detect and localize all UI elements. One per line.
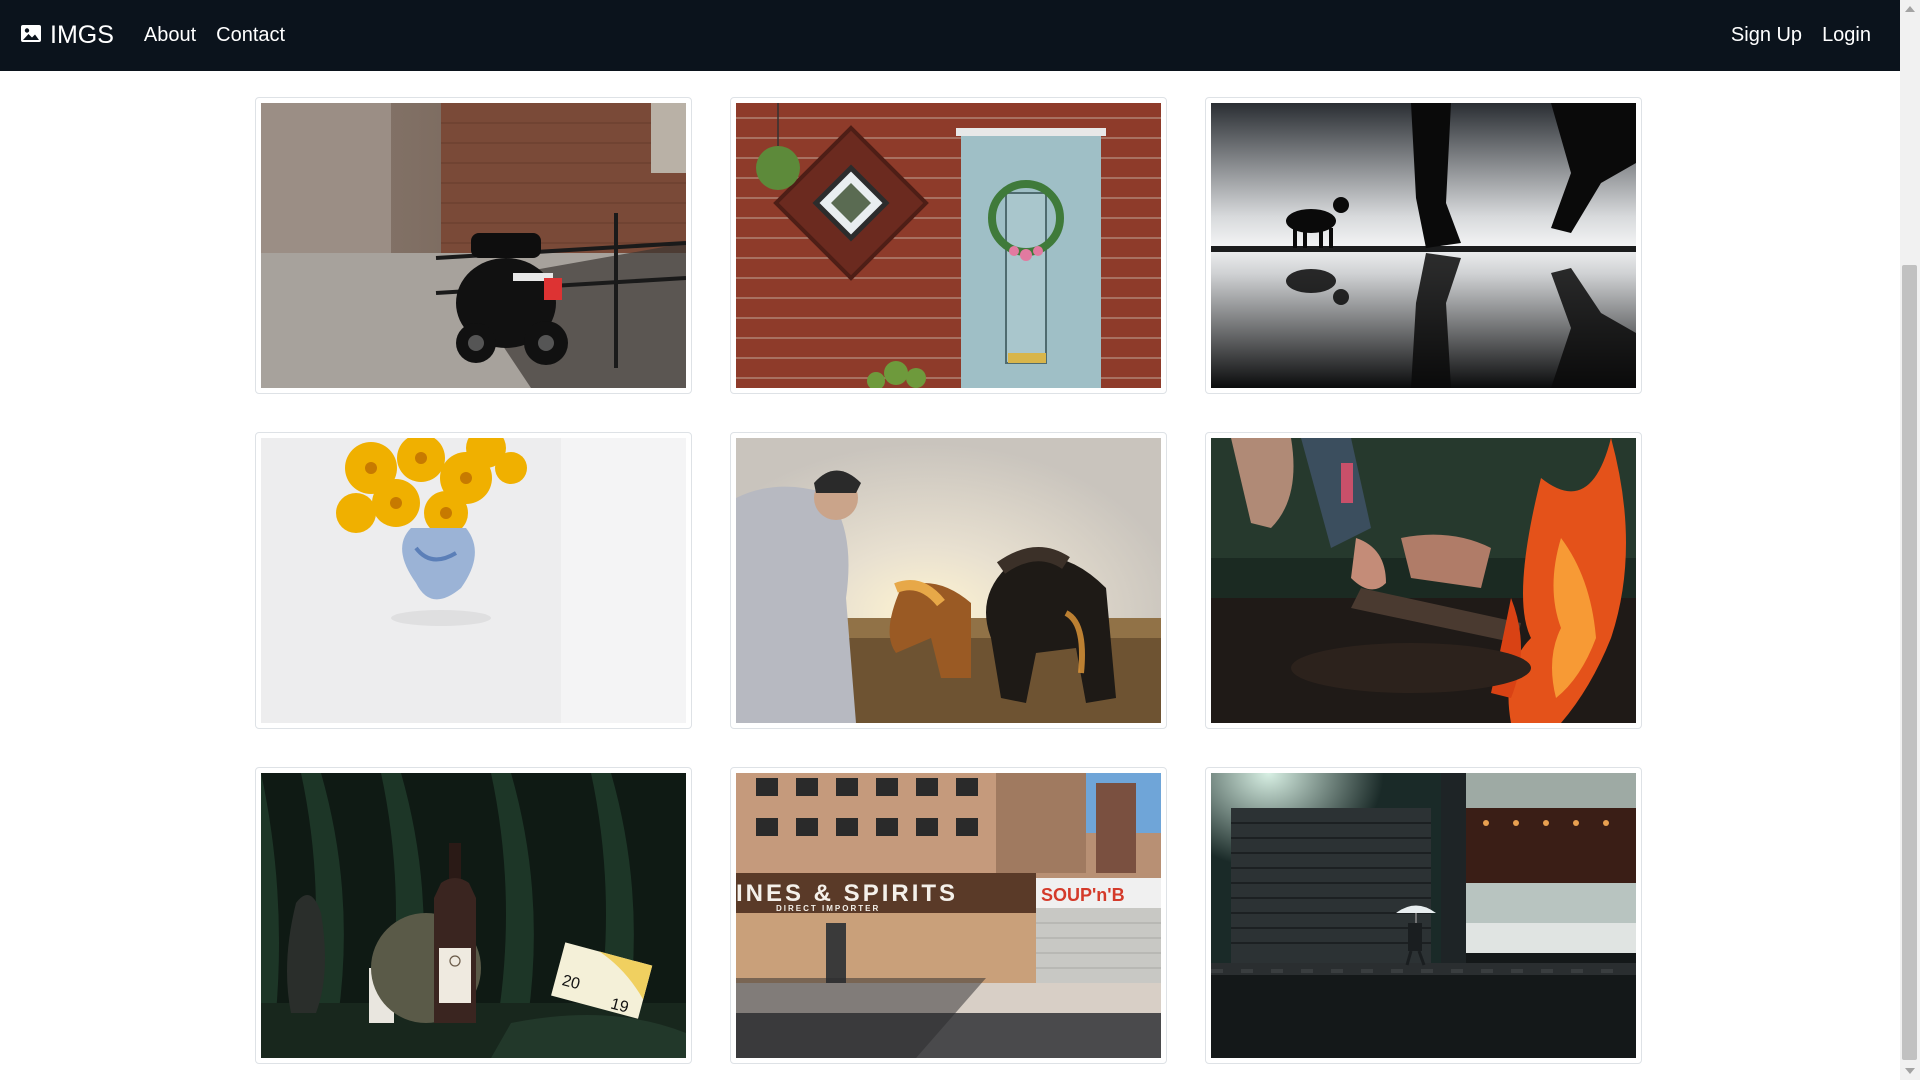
scroll-up-arrow-icon[interactable] (1905, 6, 1915, 12)
gallery-photo-yellow-flowers[interactable] (261, 438, 686, 723)
gallery-card[interactable] (1205, 767, 1642, 1064)
gallery-card[interactable]: INES & SPIRITS DIRECT IMPORTER SOUP'n'B (730, 767, 1167, 1064)
gallery-photo-dog-reflection[interactable] (1211, 103, 1636, 388)
gallery-photo-horses[interactable] (736, 438, 1161, 723)
nav-about-link[interactable]: About (144, 24, 196, 47)
scrollbar-thumb[interactable] (1902, 265, 1917, 1060)
gallery-photo-door[interactable] (736, 103, 1161, 388)
brand-name: IMGS (50, 21, 114, 49)
gallery-photo-campfire[interactable] (1211, 438, 1636, 723)
gallery-card[interactable] (730, 432, 1167, 729)
storefront-sign-text: INES & SPIRITS (736, 880, 958, 907)
brand-link[interactable]: IMGS (20, 23, 114, 48)
top-navbar: IMGS About Contact Sign Up Login (0, 0, 1900, 71)
gallery-card[interactable] (1205, 432, 1642, 729)
gallery-photo-night-umbrella[interactable] (1211, 773, 1636, 1058)
vertical-scrollbar[interactable] (1900, 0, 1920, 1080)
scroll-down-arrow-icon[interactable] (1905, 1068, 1915, 1074)
storefront-soup-text: SOUP'n'B (1041, 885, 1125, 905)
nav-login-link[interactable]: Login (1822, 24, 1871, 47)
image-gallery: 20 19 INES & SPIRITS DIRECT IMPORTER SOU… (255, 97, 1645, 1064)
gallery-card[interactable] (730, 97, 1167, 394)
nav-signup-link[interactable]: Sign Up (1731, 24, 1802, 47)
image-icon (20, 24, 42, 48)
gallery-card[interactable] (255, 432, 692, 729)
gallery-photo-storefront[interactable]: INES & SPIRITS DIRECT IMPORTER SOUP'n'B (736, 773, 1161, 1058)
gallery-photo-wine-still-life[interactable]: 20 19 (261, 773, 686, 1058)
storefront-sub-text: DIRECT IMPORTER (776, 904, 880, 913)
gallery-card[interactable] (1205, 97, 1642, 394)
nav-contact-link[interactable]: Contact (216, 24, 285, 47)
gallery-card[interactable]: 20 19 (255, 767, 692, 1064)
nav-right-group: Sign Up Login (1711, 24, 1871, 47)
gallery-photo-scooter[interactable] (261, 103, 686, 388)
gallery-card[interactable] (255, 97, 692, 394)
